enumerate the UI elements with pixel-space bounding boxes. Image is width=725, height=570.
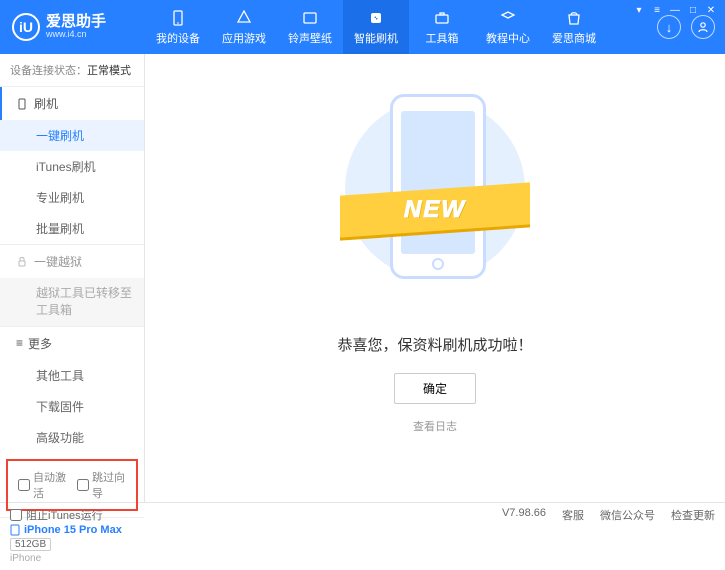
success-message: 恭喜您，保资料刷机成功啦！ — [337, 334, 532, 355]
main-content: NEW 恭喜您，保资料刷机成功啦！ 确定 查看日志 — [145, 54, 725, 502]
sidebar-jailbreak-header: 一键越狱 — [0, 245, 144, 278]
auto-activate-checkbox[interactable]: 自动激活 — [18, 469, 67, 501]
view-log-link[interactable]: 查看日志 — [413, 418, 457, 434]
phone-icon — [16, 98, 28, 110]
close-icon[interactable]: ✕ — [703, 3, 719, 17]
connection-status: 设备连接状态：正常模式 — [0, 54, 144, 86]
apps-icon — [235, 9, 253, 27]
more-icon: ≡ — [16, 336, 22, 350]
ringtone-icon — [301, 9, 319, 27]
device-storage: 512GB — [10, 538, 51, 551]
nav-mall[interactable]: 爱思商城 — [541, 0, 607, 54]
flash-icon — [367, 9, 385, 27]
sidebar-jailbreak-moved: 越狱工具已转移至工具箱 — [0, 278, 144, 326]
footer-wechat[interactable]: 微信公众号 — [600, 507, 655, 523]
sidebar-options-box: 自动激活 跳过向导 — [6, 459, 138, 511]
ok-button[interactable]: 确定 — [394, 373, 476, 404]
device-info[interactable]: iPhone 15 Pro Max 512GB iPhone — [0, 517, 144, 570]
sidebar-item-advanced[interactable]: 高级功能 — [0, 422, 144, 453]
brand-name: 爱思助手 — [46, 14, 106, 31]
footer-support[interactable]: 客服 — [562, 507, 584, 523]
footer-update[interactable]: 检查更新 — [671, 507, 715, 523]
sidebar-more-header[interactable]: ≡更多 — [0, 327, 144, 360]
sidebar-item-other-tools[interactable]: 其他工具 — [0, 360, 144, 391]
device-type: iPhone — [10, 553, 134, 564]
download-button[interactable]: ↓ — [657, 15, 681, 39]
mall-icon — [565, 9, 583, 27]
success-illustration: NEW — [350, 94, 520, 304]
skip-guide-checkbox[interactable]: 跳过向导 — [77, 469, 126, 501]
device-icon — [169, 9, 187, 27]
sidebar-item-download-firmware[interactable]: 下载固件 — [0, 391, 144, 422]
nav-tutorials[interactable]: 教程中心 — [475, 0, 541, 54]
lock-icon — [16, 256, 28, 268]
sidebar-item-pro-flash[interactable]: 专业刷机 — [0, 182, 144, 213]
lock-icon[interactable]: ≡ — [649, 3, 665, 17]
minimize-icon[interactable]: — — [667, 3, 683, 17]
brand: iU 爱思助手 www.i4.cn — [0, 13, 145, 41]
nav-apps[interactable]: 应用游戏 — [211, 0, 277, 54]
nav-toolbox[interactable]: 工具箱 — [409, 0, 475, 54]
sidebar: 设备连接状态：正常模式 刷机 一键刷机 iTunes刷机 专业刷机 批量刷机 一… — [0, 54, 145, 502]
toolbox-icon — [433, 9, 451, 27]
nav-my-device[interactable]: 我的设备 — [145, 0, 211, 54]
header: iU 爱思助手 www.i4.cn 我的设备 应用游戏 铃声壁纸 智能刷机 工具… — [0, 0, 725, 54]
menu-icon[interactable]: ▾ — [631, 3, 647, 17]
sidebar-item-onekey-flash[interactable]: 一键刷机 — [0, 120, 144, 151]
version-label: V7.98.66 — [502, 507, 546, 523]
nav-ringtones[interactable]: 铃声壁纸 — [277, 0, 343, 54]
sidebar-item-itunes-flash[interactable]: iTunes刷机 — [0, 151, 144, 182]
device-icon-small — [10, 524, 20, 536]
logo-icon: iU — [12, 13, 40, 41]
maximize-icon[interactable]: □ — [685, 3, 701, 17]
brand-url: www.i4.cn — [46, 30, 106, 40]
nav-flash[interactable]: 智能刷机 — [343, 0, 409, 54]
block-itunes-checkbox[interactable]: 阻止iTunes运行 — [10, 507, 103, 523]
user-button[interactable] — [691, 15, 715, 39]
sidebar-flash-header[interactable]: 刷机 — [0, 87, 144, 120]
sidebar-item-batch-flash[interactable]: 批量刷机 — [0, 213, 144, 244]
tutorial-icon — [499, 9, 517, 27]
